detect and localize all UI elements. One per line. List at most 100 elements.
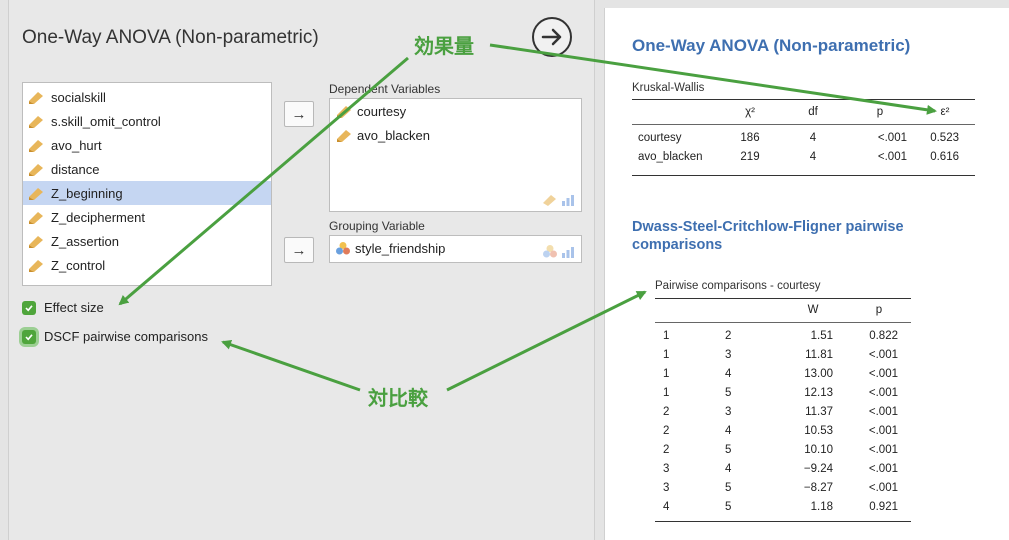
variable-item[interactable]: avo_hurt (23, 133, 271, 157)
pairwise-table-cell: 5 (725, 482, 732, 494)
dscf-results-title: Dwass-Steel-Critchlow-Fligner pairwise c… (632, 219, 904, 253)
grouping-variable-box[interactable]: style_friendship (329, 235, 582, 263)
pairwise-annotation: 対比較 (368, 386, 428, 410)
kw-table-cell: <.001 (877, 132, 907, 144)
nominal-pencil-icon (29, 116, 43, 128)
variable-name: s.skill_omit_control (51, 113, 161, 129)
kw-column-header: df (808, 106, 818, 118)
checkmark-icon (22, 329, 36, 344)
pairwise-table-cell: 0.822 (869, 330, 898, 342)
move-to-dependent-button[interactable]: → (284, 101, 314, 127)
nominal-pencil-icon (29, 236, 43, 248)
variable-name: Z_beginning (51, 185, 123, 201)
pairwise-table-cell: 3 (663, 482, 670, 494)
pairwise-table-cell: 3 (725, 349, 732, 361)
nominal-pencil-icon (543, 195, 556, 206)
variable-list[interactable]: socialskill s.skill_omit_control avo_hurtd… (22, 82, 272, 286)
pairwise-table-cell: 1 (663, 387, 670, 399)
kw-column-header: ε² (940, 106, 950, 118)
pairwise-table-cell: 1 (663, 330, 670, 342)
dependent-variable-item[interactable]: courtesy (330, 99, 581, 123)
dependent-variable-name: avo_blacken (357, 127, 430, 143)
pairwise-table-cell: 5 (725, 444, 732, 456)
pairwise-table-cell: 2 (663, 444, 670, 456)
pairwise-header-rule (655, 322, 911, 323)
pairwise-table-cell: −9.24 (803, 463, 833, 475)
kw-column-header: χ² (745, 106, 755, 118)
kw-table-cell: 4 (809, 151, 817, 163)
pairwise-table-cell: 4 (663, 501, 670, 513)
kw-table-cell: courtesy (638, 132, 682, 144)
nominal-pencil-icon (29, 188, 43, 200)
pairwise-table-cell: <.001 (868, 387, 898, 399)
variable-item[interactable]: socialskill (23, 85, 271, 109)
ordinal-bars-icon (562, 247, 574, 258)
variable-item[interactable]: s.skill_omit_control (23, 109, 271, 133)
pairwise-table-cell: <.001 (868, 463, 898, 475)
pairwise-table-cell: <.001 (868, 444, 898, 456)
ordinal-bars-icon (562, 195, 574, 206)
nominal-pencil-icon (29, 212, 43, 224)
pairwise-table-cell: 1.18 (810, 501, 833, 513)
dscf-pairwise-checkbox[interactable]: DSCF pairwise comparisons (22, 329, 208, 344)
pairwise-table-cell: 1 (663, 368, 670, 380)
pairwise-table-cell: 2 (663, 425, 670, 437)
dependent-variable-item[interactable]: avo_blacken (330, 123, 581, 147)
variable-name: distance (51, 161, 100, 177)
variable-name: Z_assertion (51, 233, 119, 249)
table-header-rule (632, 124, 975, 125)
dependent-variables-label: Dependent Variables (329, 82, 441, 96)
pairwise-table-cell: <.001 (868, 425, 898, 437)
pairwise-table-title: Pairwise comparisons - courtesy (655, 280, 821, 292)
results-title: One-Way ANOVA (Non-parametric) (632, 36, 911, 55)
variable-item[interactable]: Z_decipherment (23, 205, 271, 229)
nominal-variable-icon (336, 242, 350, 255)
arrow-right-circle-icon (541, 28, 562, 46)
variable-item[interactable]: distance (23, 157, 271, 181)
variable-item[interactable]: Z_beginning (23, 181, 271, 205)
pairwise-table-cell: 2 (663, 406, 670, 418)
variable-item[interactable]: Z_control (23, 253, 271, 277)
pairwise-table-cell: <.001 (868, 368, 898, 380)
pairwise-table-cell: 1.51 (810, 330, 833, 342)
nominal-pencil-icon (337, 130, 351, 142)
panel-title: One-Way ANOVA (Non-parametric) (22, 27, 319, 48)
table-top-rule (632, 99, 975, 100)
variable-name: Z_control (51, 257, 106, 273)
nominal-pencil-icon (337, 106, 351, 118)
grouping-variable-name: style_friendship (355, 240, 446, 256)
dependent-variables-box[interactable]: courtesy avo_blacken (329, 98, 582, 212)
pairwise-table-cell: 5 (725, 387, 732, 399)
kw-column-header: p (876, 106, 884, 118)
variable-name: Z_decipherment (51, 209, 145, 225)
grouping-variable-label: Grouping Variable (329, 219, 425, 233)
go-to-results-button[interactable] (532, 17, 572, 57)
table-bottom-rule (632, 175, 975, 176)
pairwise-table-cell: 12.13 (804, 387, 833, 399)
pairwise-table-cell: 2 (725, 330, 732, 342)
dscf-pairwise-label: DSCF pairwise comparisons (44, 329, 208, 344)
dependent-variable-name: courtesy (357, 103, 407, 119)
pairwise-table-cell: 10.53 (804, 425, 833, 437)
pairwise-table-cell: −8.27 (803, 482, 833, 494)
pairwise-table-cell: 10.10 (804, 444, 833, 456)
variable-item[interactable]: Z_assertion (23, 229, 271, 253)
move-to-grouping-button[interactable]: → (284, 237, 314, 263)
pairwise-table-cell: 11.37 (805, 406, 833, 418)
pairwise-table-cell: <.001 (868, 349, 898, 361)
pairwise-column-header: p (875, 304, 883, 316)
nominal-pencil-icon (29, 260, 43, 272)
nominal-variable-faded-icon (543, 245, 557, 258)
kw-table-cell: avo_blacken (638, 151, 703, 163)
pairwise-table-cell: 4 (725, 368, 732, 380)
effect-size-checkbox[interactable]: Effect size (22, 300, 104, 315)
pairwise-table-cell: 3 (725, 406, 732, 418)
analysis-options-panel: One-Way ANOVA (Non-parametric) socialski… (8, 0, 595, 540)
kw-table-cell: 219 (740, 151, 760, 163)
checkmark-icon (22, 300, 36, 315)
kw-table-cell: 186 (740, 132, 760, 144)
nominal-pencil-icon (29, 140, 43, 152)
kw-table-cell: 4 (809, 132, 817, 144)
pairwise-table-cell: <.001 (868, 406, 898, 418)
kw-table-cell: 0.523 (930, 132, 959, 144)
